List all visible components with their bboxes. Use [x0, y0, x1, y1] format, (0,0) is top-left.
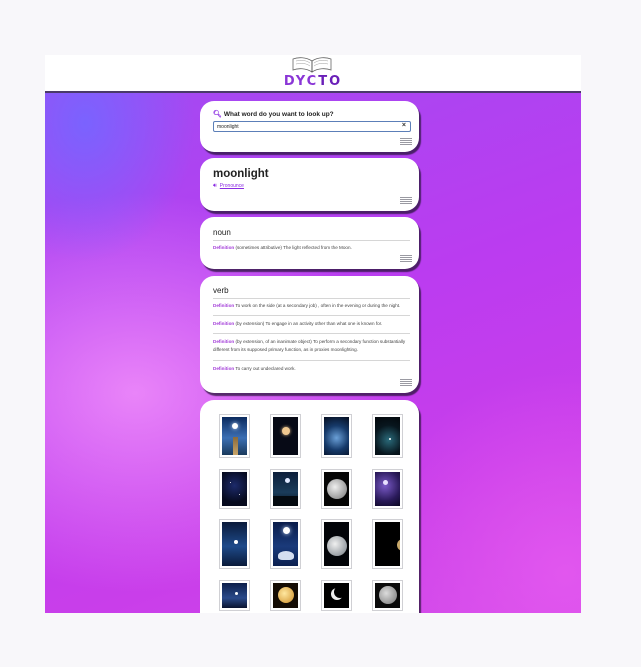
definition-item: Definition To carry out undeclared work.: [213, 366, 296, 371]
definition-item: Definition (sometimes attributive) The l…: [213, 245, 352, 250]
gallery-image[interactable]: [270, 469, 301, 509]
gallery-image[interactable]: [321, 519, 352, 569]
definition-item: Definition (by extension, of an inanimat…: [213, 339, 406, 352]
verb-card: verb Definition To work on the side (at …: [200, 276, 419, 393]
gallery-image[interactable]: [372, 469, 403, 509]
history-icon[interactable]: [400, 379, 412, 387]
gallery-image[interactable]: [219, 580, 250, 611]
clear-search-icon[interactable]: ×: [402, 122, 406, 129]
gallery-image[interactable]: [321, 580, 352, 611]
definition-item: Definition To work on the side (at a sec…: [213, 303, 401, 308]
pronounce-link[interactable]: 🔊︎ Pronounce: [213, 183, 244, 190]
gallery-image[interactable]: [372, 580, 403, 611]
divider: [213, 333, 410, 334]
noun-card: noun Definition (sometimes attributive) …: [200, 217, 419, 269]
definition-item: Definition (by extension) To engage in a…: [213, 321, 383, 326]
history-icon[interactable]: [400, 255, 412, 263]
gallery-image[interactable]: [321, 469, 352, 509]
divider: [213, 315, 410, 316]
app-window: DYCTO 🔍︎ What word do you want to look up…: [45, 55, 581, 613]
divider: [213, 298, 410, 299]
gallery-image[interactable]: [321, 414, 352, 458]
gallery-image[interactable]: [372, 414, 403, 458]
gallery-image[interactable]: [270, 519, 301, 569]
gallery-image[interactable]: [270, 580, 301, 611]
open-book-icon: [292, 57, 332, 73]
search-label: 🔍︎ What word do you want to look up?: [213, 111, 334, 118]
part-of-speech-verb: verb: [213, 286, 229, 295]
search-card: 🔍︎What word do you want to look up? ×: [200, 101, 419, 152]
app-logo[interactable]: DYCTO: [45, 74, 581, 89]
main-background: 🔍︎What word do you want to look up? × mo…: [45, 93, 581, 613]
gallery-image[interactable]: [219, 519, 250, 569]
gallery-image[interactable]: [372, 519, 403, 569]
search-icon: 🔍︎: [213, 111, 222, 118]
part-of-speech-noun: noun: [213, 228, 231, 237]
divider: [213, 240, 410, 241]
history-icon[interactable]: [400, 138, 412, 146]
gallery-image[interactable]: [270, 414, 301, 458]
word-title: moonlight: [213, 168, 269, 180]
speaker-icon[interactable]: 🔊︎: [213, 183, 217, 189]
header: DYCTO: [45, 55, 581, 93]
history-icon[interactable]: [400, 197, 412, 205]
divider: [213, 360, 410, 361]
gallery-image[interactable]: [219, 469, 250, 509]
search-input[interactable]: [213, 121, 411, 132]
gallery-image[interactable]: [219, 414, 250, 458]
word-card: moonlight 🔊︎ Pronounce: [200, 158, 419, 211]
image-gallery-card: [200, 400, 419, 613]
